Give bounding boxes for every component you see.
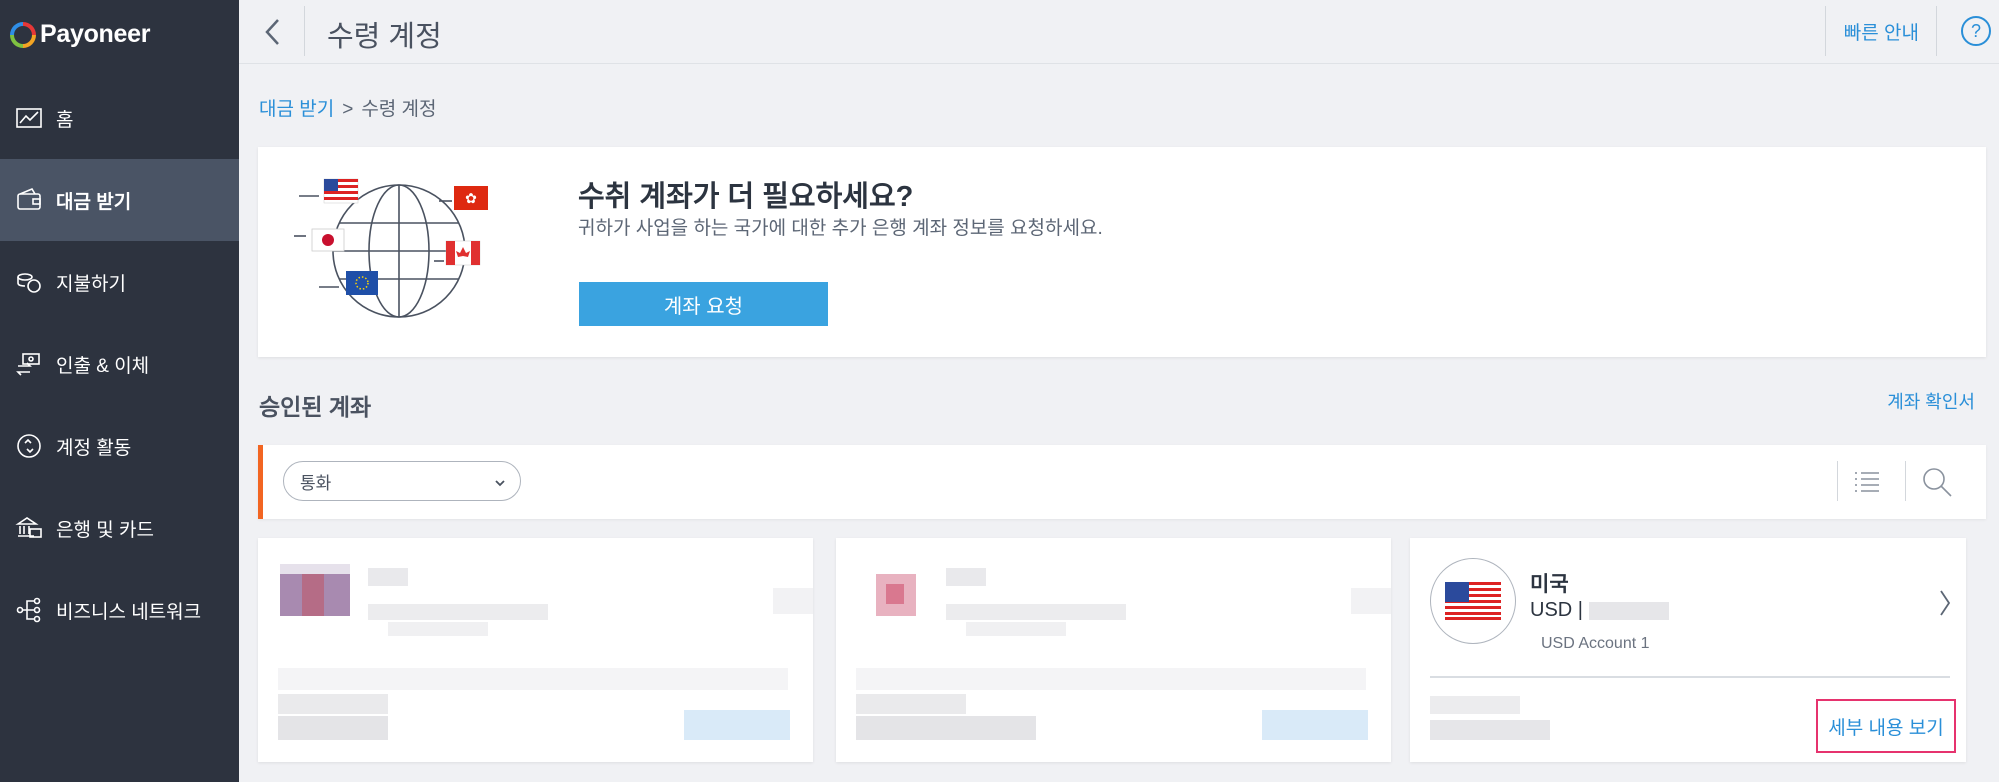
redacted-block: [1262, 710, 1368, 740]
breadcrumb-parent[interactable]: 대금 받기: [259, 99, 334, 120]
account-nickname: USD Account 1: [1541, 635, 1650, 652]
account-card-usd[interactable]: 미국 USD | USD Account 1 세부 내용 보기: [1410, 538, 1966, 762]
redacted-block: [773, 588, 813, 614]
eu-flag-icon: [346, 271, 378, 295]
currency-select-value: 통화: [300, 473, 332, 493]
redacted-block: [278, 716, 388, 740]
sidebar: Payoneer 홈 대금 받기 지불하기 인출 & 이체 계정 활동 은행 및…: [0, 0, 239, 782]
payoneer-logo[interactable]: Payoneer: [10, 20, 150, 49]
header-divider: [1936, 6, 1937, 56]
approved-accounts-title: 승인된 계좌: [259, 394, 372, 420]
breadcrumb-separator: >: [342, 99, 354, 120]
breadcrumb: 대금 받기 > 수령 계정: [259, 94, 437, 121]
currency-select[interactable]: 통화: [283, 461, 521, 501]
sidebar-item-banks-cards[interactable]: 은행 및 카드: [0, 487, 239, 569]
quick-guide-link[interactable]: 빠른 안내: [1844, 18, 1939, 45]
breadcrumb-current: 수령 계정: [361, 99, 437, 120]
header-divider: [1825, 6, 1826, 56]
search-icon[interactable]: [1920, 465, 1954, 499]
redacted-block: [278, 668, 788, 690]
list-view-icon[interactable]: [1852, 467, 1882, 497]
payoneer-logo-icon: [10, 21, 36, 48]
sidebar-item-label: 계정 활동: [56, 437, 132, 459]
redacted-block: [886, 584, 904, 604]
sidebar-nav: 홈 대금 받기 지불하기 인출 & 이체 계정 활동 은행 및 카드 비즈니스 …: [0, 77, 239, 651]
redacted-block: [856, 694, 966, 714]
card-divider: [1430, 676, 1950, 678]
account-country: 미국: [1530, 573, 1569, 596]
us-flag-icon: [1445, 582, 1501, 620]
canada-flag-icon: [445, 240, 481, 266]
redacted-block: [1430, 696, 1520, 714]
promo-description: 귀하가 사업을 하는 국가에 대한 추가 은행 계좌 정보를 요청하세요.: [578, 218, 1103, 239]
redacted-account-number: [1588, 601, 1669, 620]
promo-title: 수취 계좌가 더 필요하세요?: [578, 181, 914, 213]
sidebar-item-label: 지불하기: [56, 273, 126, 295]
svg-text:✿: ✿: [465, 191, 477, 207]
sidebar-item-label: 대금 받기: [56, 191, 132, 213]
account-confirmation-link[interactable]: 계좌 확인서: [1887, 388, 1975, 414]
redacted-block: [278, 694, 388, 714]
account-card-redacted[interactable]: [836, 538, 1391, 762]
redacted-block: [684, 710, 790, 740]
redacted-block: [966, 622, 1066, 636]
toolbar-divider: [1905, 461, 1906, 501]
redacted-block: [368, 604, 548, 620]
sidebar-item-label: 인출 & 이체: [56, 355, 150, 377]
page-title: 수령 계정: [327, 21, 442, 53]
redacted-block: [388, 622, 488, 636]
request-account-button[interactable]: 계좌 요청: [579, 282, 828, 326]
us-flag-icon: [323, 178, 359, 204]
account-currency: USD |: [1530, 599, 1589, 621]
request-account-promo: ✿ 수취 계좌가 더 필요하세요? 귀하가 사업을 하는 국가에 대한 추가 은…: [258, 147, 1986, 357]
us-flag-avatar: [1430, 558, 1516, 644]
brand-name: Payoneer: [40, 20, 151, 48]
coins-icon: [14, 267, 44, 297]
redacted-block: [856, 716, 1036, 740]
hong-kong-flag-icon: ✿: [454, 186, 488, 210]
sidebar-item-label: 홈: [56, 109, 74, 131]
chevron-left-icon: [265, 19, 279, 45]
redacted-block: [856, 668, 1366, 690]
sidebar-item-get-paid[interactable]: 대금 받기: [0, 159, 239, 241]
redacted-block: [946, 568, 986, 586]
page-header: 수령 계정 빠른 안내 ?: [239, 0, 1999, 64]
view-details-link[interactable]: 세부 내용 보기: [1816, 699, 1956, 753]
chevron-down-icon: [494, 474, 506, 487]
back-button[interactable]: [255, 10, 291, 54]
chart-icon: [14, 103, 44, 133]
transfer-icon: [14, 349, 44, 379]
sidebar-item-activity[interactable]: 계정 활동: [0, 405, 239, 487]
redacted-block: [1351, 588, 1391, 614]
account-filter-bar: 통화: [258, 445, 1986, 519]
header-divider: [304, 6, 305, 56]
redacted-block: [946, 604, 1126, 620]
sidebar-item-pay[interactable]: 지불하기: [0, 241, 239, 323]
sidebar-item-label: 비즈니스 네트워크: [56, 601, 202, 623]
help-icon[interactable]: ?: [1961, 16, 1991, 46]
redacted-block: [280, 564, 350, 574]
sidebar-item-withdraw-transfer[interactable]: 인출 & 이체: [0, 323, 239, 405]
globe-flags-illustration: ✿: [294, 178, 488, 318]
account-currency-line: USD |: [1530, 599, 1669, 622]
redacted-block: [1430, 720, 1550, 740]
activity-icon: [14, 431, 44, 461]
redacted-block: [368, 568, 408, 586]
wallet-icon: [14, 185, 44, 215]
sidebar-item-label: 은행 및 카드: [56, 519, 154, 541]
japan-flag-icon: [311, 228, 345, 252]
redacted-block: [302, 574, 324, 616]
chevron-right-icon[interactable]: [1938, 588, 1952, 618]
network-icon: [14, 595, 44, 625]
toolbar-divider: [1837, 461, 1838, 501]
sidebar-item-business-network[interactable]: 비즈니스 네트워크: [0, 569, 239, 651]
sidebar-item-home[interactable]: 홈: [0, 77, 239, 159]
bank-icon: [14, 513, 44, 543]
account-card-redacted[interactable]: [258, 538, 813, 762]
